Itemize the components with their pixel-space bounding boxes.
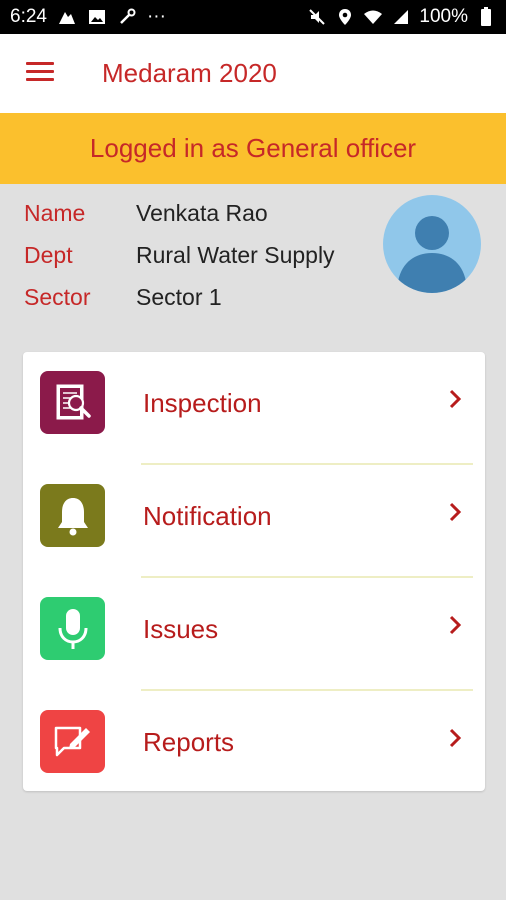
image-icon [87, 7, 107, 27]
profile-sector-row: Sector Sector 1 [24, 284, 222, 311]
bell-icon [40, 484, 105, 547]
menu-item-inspection[interactable]: Inspection [23, 352, 485, 465]
profile-name-row: Name Venkata Rao [24, 200, 268, 227]
status-time: 6:24 [10, 6, 47, 27]
battery-percent: 100% [419, 6, 468, 27]
avatar [383, 195, 481, 293]
menu-label-notification: Notification [143, 501, 272, 531]
sector-label: Sector [24, 284, 91, 310]
status-bar: 6:24 ··· 100% [0, 0, 506, 34]
profile-dept-row: Dept Rural Water Supply [24, 242, 335, 269]
menu-item-notification[interactable]: Notification [23, 465, 485, 578]
menu-label-issues: Issues [143, 614, 219, 644]
report-edit-icon [40, 710, 105, 773]
menu-label-inspection: Inspection [143, 388, 262, 418]
menu-item-reports[interactable]: Reports [23, 691, 485, 804]
login-banner: Logged in as General officer [0, 113, 506, 184]
mute-icon [307, 7, 327, 27]
more-notifications-icon: ··· [146, 6, 166, 27]
dept-label: Dept [24, 242, 73, 268]
profile-section: Name Venkata Rao Dept Rural Water Supply… [0, 184, 506, 334]
app-notification-icon [57, 7, 77, 27]
microphone-icon [40, 597, 105, 660]
app-title: Medaram 2020 [102, 58, 277, 88]
chevron-right-icon [449, 728, 462, 748]
sector-value: Sector 1 [136, 284, 222, 310]
menu-item-issues[interactable]: Issues [23, 578, 485, 691]
app-bar: Medaram 2020 [0, 34, 506, 113]
inspection-icon [40, 371, 105, 434]
battery-icon [476, 7, 496, 27]
chevron-right-icon [449, 389, 462, 409]
chevron-right-icon [449, 502, 462, 522]
location-icon [335, 7, 355, 27]
menu-label-reports: Reports [143, 727, 235, 757]
menu-card: Inspection Notification Issues Reports [23, 352, 485, 791]
chevron-right-icon [449, 615, 462, 635]
user-silhouette-icon [397, 216, 467, 293]
wifi-icon [363, 7, 383, 27]
name-value: Venkata Rao [136, 200, 268, 226]
name-label: Name [24, 200, 86, 226]
tools-icon [117, 7, 137, 27]
hamburger-menu-icon[interactable] [26, 62, 54, 84]
dept-value: Rural Water Supply [136, 242, 335, 268]
signal-icon [391, 7, 411, 27]
